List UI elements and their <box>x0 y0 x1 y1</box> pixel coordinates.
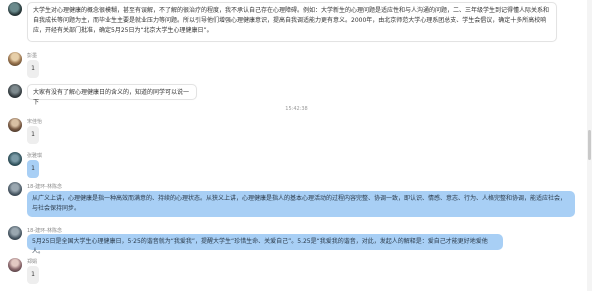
message-bubble: 大学生对心理健康的概念很模糊，甚至有误解，不了解的很治疗的程度，我不承认自己存在… <box>27 2 557 42</box>
sender-name: 彭墨 <box>27 53 38 59</box>
message-bubble: 从广义上讲，心理健康是指一种高效而满意的、持续的心理状态。从狭义上讲，心理健康是… <box>27 191 575 217</box>
avatar[interactable] <box>8 152 22 166</box>
sender-name: 郑娟 <box>27 259 38 265</box>
avatar[interactable] <box>8 226 22 240</box>
avatar[interactable] <box>8 84 22 98</box>
message-bubble: 1 <box>27 266 39 284</box>
sender-name: 18-建环-林陈念 <box>27 184 62 190</box>
sender-name: 18-建环-林陈念 <box>27 228 62 234</box>
chat-window: 大学生对心理健康的概念很模糊，甚至有误解，不了解的很治疗的程度，我不承认自己存在… <box>0 0 593 291</box>
timestamp: 15:42:38 <box>285 106 308 112</box>
avatar[interactable] <box>8 258 22 272</box>
message-bubble: 1 <box>27 160 39 178</box>
avatar[interactable] <box>8 2 22 16</box>
scrollbar-thumb[interactable] <box>588 130 591 160</box>
avatar[interactable] <box>8 118 22 132</box>
sender-name: 宋佳怡 <box>27 119 43 125</box>
message-bubble: 1 <box>27 60 39 78</box>
message-bubble: 大家有没有了解心理健康日的含义的，知道的同学可以说一下 <box>27 84 197 106</box>
avatar[interactable] <box>8 182 22 196</box>
sender-name: 张雅琪 <box>27 153 43 159</box>
avatar[interactable] <box>8 52 22 66</box>
message-bubble: 5月25日是全国大学生心理健康日，5·25的谐音就为“我爱我”，提醒大学生“珍惜… <box>27 234 503 255</box>
message-bubble: 1 <box>27 126 39 144</box>
